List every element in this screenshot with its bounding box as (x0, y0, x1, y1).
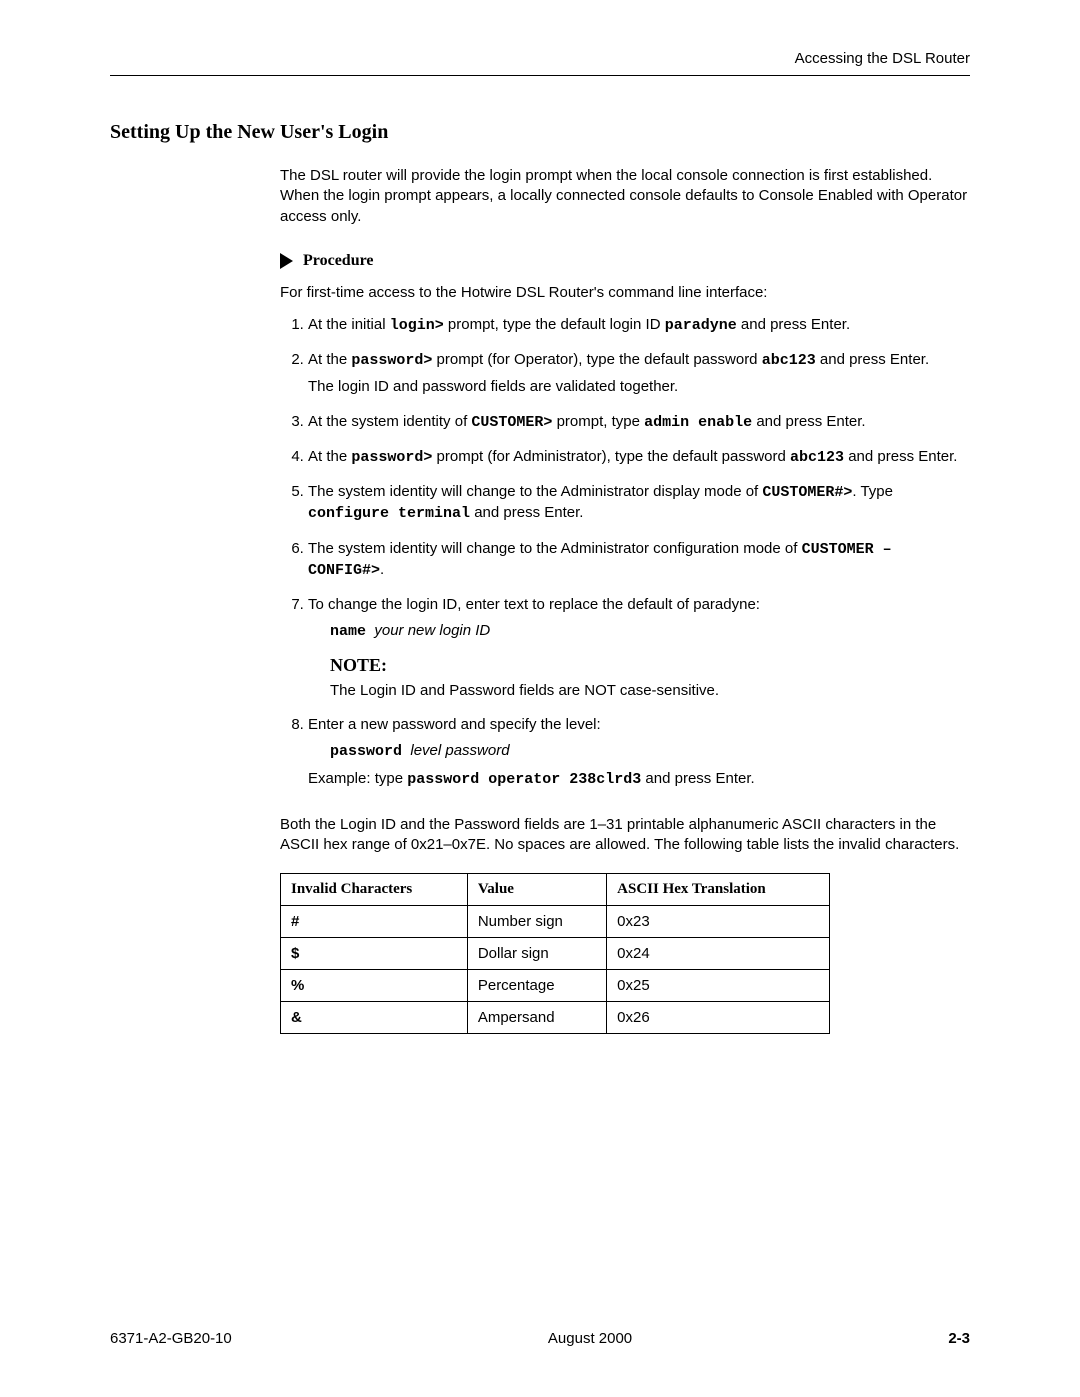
table-row: $ Dollar sign 0x24 (281, 938, 830, 970)
footer-date: August 2000 (548, 1330, 632, 1347)
step-text: At the initial (308, 316, 390, 333)
step-3: At the system identity of CUSTOMER> prom… (308, 412, 970, 433)
step-text: and press Enter. (470, 504, 583, 521)
step-text: The system identity will change to the A… (308, 483, 762, 500)
step-text: and press Enter. (844, 448, 957, 465)
code: name (330, 623, 366, 640)
step-example-line: Example: type password operator 238clrd3… (308, 769, 970, 790)
step-text: and press Enter. (816, 351, 929, 368)
chapter-title: Accessing the DSL Router (110, 50, 970, 67)
note-body: The Login ID and Password fields are NOT… (330, 681, 970, 701)
step-text: At the (308, 448, 351, 465)
table-header: Value (467, 874, 606, 906)
code: password operator 238clrd3 (407, 771, 641, 788)
step-text: prompt, type (552, 413, 644, 430)
table-cell: Number sign (467, 906, 606, 938)
code: configure terminal (308, 505, 470, 522)
step-text: and press Enter. (737, 316, 850, 333)
table-row: % Percentage 0x25 (281, 970, 830, 1002)
section-intro: The DSL router will provide the login pr… (280, 166, 970, 227)
procedure-intro: For first-time access to the Hotwire DSL… (280, 284, 970, 301)
table-cell: Percentage (467, 970, 606, 1002)
step-5: The system identity will change to the A… (308, 482, 970, 525)
example-pre: Example: type (308, 770, 407, 787)
note-heading: NOTE: (330, 653, 970, 677)
header-rule (110, 75, 970, 76)
italic-arg: level password (410, 742, 509, 759)
table-cell: % (281, 970, 468, 1002)
table-cell: 0x25 (607, 970, 830, 1002)
step-text: . (380, 561, 384, 578)
step-text: To change the login ID, enter text to re… (308, 596, 760, 613)
step-1: At the initial login> prompt, type the d… (308, 315, 970, 336)
code: password> (351, 352, 432, 369)
example-post: and press Enter. (641, 770, 754, 787)
code: password (330, 743, 402, 760)
section-heading: Setting Up the New User's Login (110, 121, 970, 144)
table-cell: & (281, 1002, 468, 1034)
step-8: Enter a new password and specify the lev… (308, 715, 970, 790)
table-header-row: Invalid Characters Value ASCII Hex Trans… (281, 874, 830, 906)
step-text: At the (308, 351, 351, 368)
step-6: The system identity will change to the A… (308, 539, 970, 582)
code: paradyne (665, 317, 737, 334)
page-footer: 6371-A2-GB20-10 August 2000 2-3 (110, 1330, 970, 1347)
step-7: To change the login ID, enter text to re… (308, 595, 970, 701)
step-text: At the system identity of (308, 413, 471, 430)
step-example: password level password (330, 741, 970, 762)
procedure-header: Procedure (280, 252, 970, 270)
table-row: & Ampersand 0x26 (281, 1002, 830, 1034)
step-text: and press Enter. (752, 413, 865, 430)
page: Accessing the DSL Router Setting Up the … (0, 0, 1080, 1397)
table-cell: # (281, 906, 468, 938)
after-steps-paragraph: Both the Login ID and the Password field… (280, 815, 970, 856)
step-text: prompt (for Administrator), type the def… (432, 448, 790, 465)
table-cell: 0x24 (607, 938, 830, 970)
table-header: ASCII Hex Translation (607, 874, 830, 906)
step-text: . Type (852, 483, 893, 500)
triangle-right-icon (280, 253, 293, 269)
page-number: 2-3 (948, 1330, 970, 1347)
table-header: Invalid Characters (281, 874, 468, 906)
step-text: prompt (for Operator), type the default … (432, 351, 761, 368)
table-cell: Dollar sign (467, 938, 606, 970)
code: abc123 (790, 449, 844, 466)
invalid-characters-table: Invalid Characters Value ASCII Hex Trans… (280, 873, 830, 1034)
step-text: prompt, type the default login ID (444, 316, 665, 333)
body-content: The DSL router will provide the login pr… (280, 166, 970, 1034)
code: login> (390, 317, 444, 334)
step-sub: The login ID and password fields are val… (308, 377, 970, 397)
table-row: # Number sign 0x23 (281, 906, 830, 938)
step-4: At the password> prompt (for Administrat… (308, 447, 970, 468)
code: password> (351, 449, 432, 466)
table-cell: 0x23 (607, 906, 830, 938)
code: CUSTOMER#> (762, 484, 852, 501)
code: admin enable (644, 414, 752, 431)
table-cell: 0x26 (607, 1002, 830, 1034)
code: CUSTOMER> (471, 414, 552, 431)
table-cell: Ampersand (467, 1002, 606, 1034)
procedure-steps: At the initial login> prompt, type the d… (280, 315, 970, 790)
step-example: name your new login ID (330, 621, 970, 642)
step-text: The system identity will change to the A… (308, 540, 802, 557)
table-cell: $ (281, 938, 468, 970)
code: abc123 (762, 352, 816, 369)
step-2: At the password> prompt (for Operator), … (308, 350, 970, 398)
procedure-label: Procedure (303, 252, 374, 270)
step-text: Enter a new password and specify the lev… (308, 716, 601, 733)
italic-arg: your new login ID (374, 622, 490, 639)
doc-id: 6371-A2-GB20-10 (110, 1330, 232, 1347)
